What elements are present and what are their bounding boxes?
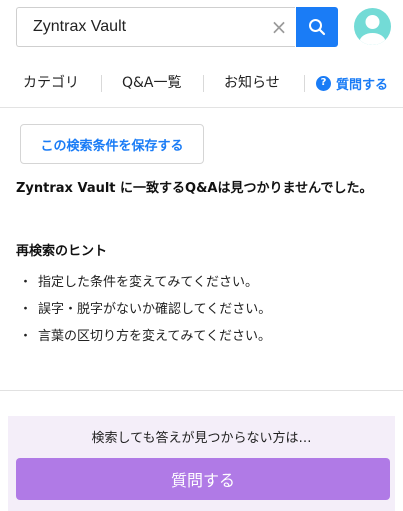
search-button[interactable]	[296, 7, 338, 47]
hint-text: 誤字・脱字がないか確認してください。	[38, 302, 272, 317]
nav-divider	[203, 75, 204, 92]
user-avatar-icon	[359, 15, 386, 45]
nav-divider	[304, 75, 305, 92]
ask-question-button[interactable]: 質問する	[16, 458, 390, 500]
hint-title: 再検索のヒント	[16, 244, 108, 259]
nav-item-news[interactable]: お知らせ	[224, 72, 280, 94]
nav-ask-label: 質問する	[336, 77, 389, 93]
hint-list: ・ 指定した条件を変えてみてください。 ・ 誤字・脱字がないか確認してください。…	[16, 272, 392, 353]
search-icon	[309, 19, 326, 36]
bullet: ・	[19, 275, 33, 290]
list-item: ・ 言葉の区切り方を変えてみてください。	[16, 326, 392, 353]
hint-text: 言葉の区切り方を変えてみてください。	[38, 329, 271, 344]
search-input[interactable]	[17, 8, 257, 46]
avatar[interactable]	[354, 8, 391, 45]
clear-search-button[interactable]: ×	[267, 15, 291, 39]
list-item: ・ 誤字・脱字がないか確認してください。	[16, 299, 392, 326]
search-box: ×	[16, 7, 295, 47]
nav-item-category[interactable]: カテゴリ	[23, 72, 79, 94]
list-item: ・ 指定した条件を変えてみてください。	[16, 272, 392, 299]
header: ×	[0, 0, 403, 58]
ask-cta-panel: 検索しても答えが見つからない方は… 質問する	[8, 416, 395, 511]
cta-text: 検索しても答えが見つからない方は…	[91, 431, 312, 446]
save-search-button[interactable]: この検索条件を保存する	[20, 124, 204, 164]
no-result-message: Zyntrax Vault に一致するQ&Aは見つかりませんでした。	[16, 181, 373, 196]
nav-item-qa-list[interactable]: Q&A一覧	[122, 72, 182, 94]
section-divider	[0, 390, 403, 391]
bullet: ・	[19, 302, 33, 317]
close-icon: ×	[270, 15, 288, 39]
nav-ask-question[interactable]: ? 質問する	[316, 72, 388, 94]
main-nav: カテゴリ Q&A一覧 お知らせ ? 質問する	[0, 58, 403, 108]
bullet: ・	[19, 329, 33, 344]
question-circle-icon: ?	[316, 75, 331, 91]
hint-text: 指定した条件を変えてみてください。	[38, 275, 258, 290]
nav-divider	[101, 75, 102, 92]
